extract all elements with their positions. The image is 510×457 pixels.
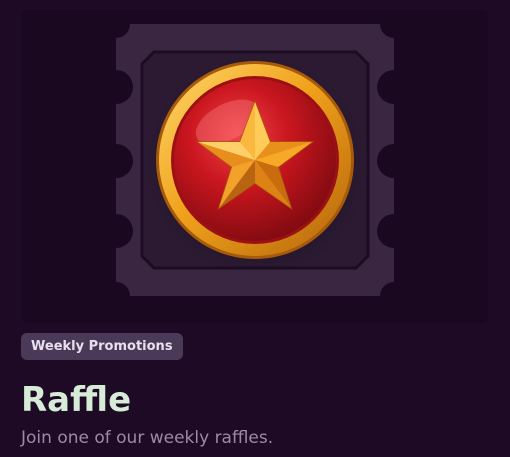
- promotion-image[interactable]: [22, 10, 488, 323]
- promotion-title[interactable]: Raffle: [21, 378, 131, 422]
- category-badge[interactable]: Weekly Promotions: [21, 333, 183, 360]
- raffle-ticket-icon: [116, 24, 394, 296]
- promotion-description: Join one of our weekly raffles.: [21, 428, 274, 448]
